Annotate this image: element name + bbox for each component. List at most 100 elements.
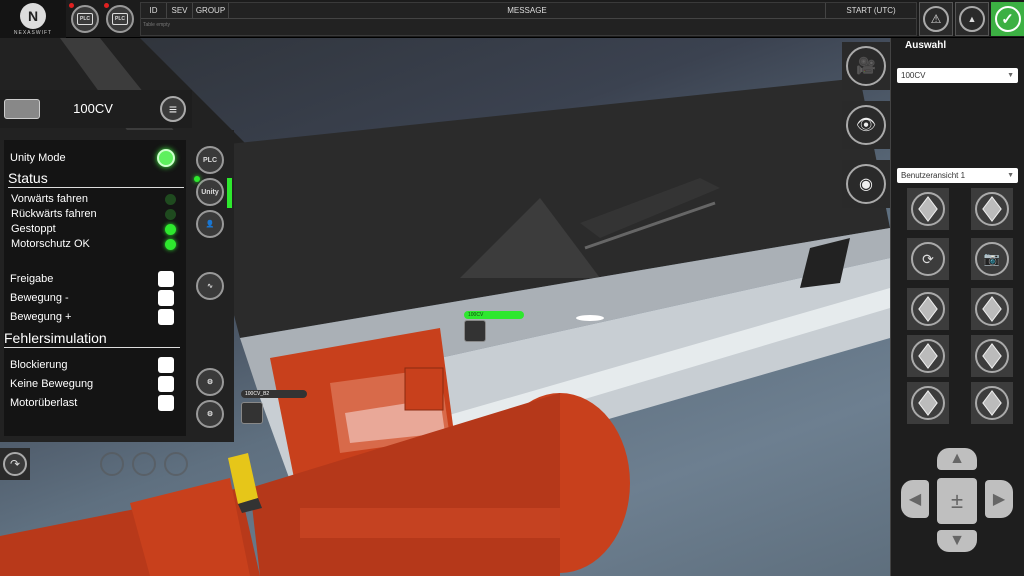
conveyor-tag[interactable]: 100CV <box>464 311 524 319</box>
table-empty-text: Table empty <box>143 22 170 28</box>
plc-icon: PLC <box>77 13 93 25</box>
fault-no-motion-checkbox[interactable] <box>158 376 174 392</box>
status-backward-label: Rückwärts fahren <box>11 208 97 220</box>
view-button[interactable]: 👁 <box>842 101 890 149</box>
cube-icon-3 <box>918 296 938 322</box>
archive-button[interactable]: ▲ <box>955 2 989 36</box>
sensor-tag-icon[interactable] <box>241 402 263 424</box>
logo-mark-icon: N <box>20 2 46 29</box>
confirm-button[interactable]: ✓ <box>991 2 1024 36</box>
rotate-camera-button[interactable]: ⟳ <box>907 238 949 280</box>
cube-icon-8 <box>982 390 1002 416</box>
view-iso-button[interactable] <box>971 288 1013 330</box>
unity-mode-button[interactable]: Unity <box>196 178 224 206</box>
view-select-value: Benutzeransicht 1 <box>901 171 966 180</box>
acknowledge-button[interactable]: ⚠ <box>919 2 953 36</box>
status-heading: Status <box>8 170 184 188</box>
view-rear-button[interactable] <box>971 382 1013 424</box>
release-checkbox[interactable] <box>158 271 174 287</box>
nav-down-button[interactable]: ▼ <box>937 530 977 552</box>
menu-button[interactable]: ≡ <box>160 96 186 122</box>
plc-icon-2: PLC <box>112 13 128 25</box>
object-select[interactable]: 100CV ▼ <box>897 68 1018 83</box>
selection-panel: Auswahl 100CV ▼ Benutzeransicht 1 ▼ ⟳ 📷 … <box>890 38 1024 576</box>
fault-overload-label: Motorüberlast <box>10 397 78 409</box>
chevron-down-icon-2: ▼ <box>1007 172 1014 179</box>
status-backward-led <box>165 209 176 220</box>
plc-mode-led <box>194 176 200 182</box>
up-arrow-icon: ▲ <box>949 450 965 467</box>
snapshot-button[interactable]: 📷 <box>971 238 1013 280</box>
warning-list-icon: ⚠ <box>923 6 949 32</box>
alarm-indicator-2 <box>104 3 109 8</box>
cube-icon-2 <box>982 196 1002 222</box>
zoom-button[interactable]: ± <box>937 478 977 524</box>
rotate-camera-icon: ⟳ <box>922 250 934 267</box>
fault-overload-checkbox[interactable] <box>158 395 174 411</box>
active-mode-indicator <box>227 178 232 208</box>
camera-icon: 📷 <box>983 251 1001 266</box>
disabled-button-3 <box>164 452 188 476</box>
eye-icon: 👁 <box>846 105 886 145</box>
move-minus-label: Bewegung - <box>10 292 69 304</box>
conveyor-device-icon <box>4 99 40 119</box>
view-left-button[interactable] <box>907 335 949 377</box>
view-select[interactable]: Benutzeransicht 1 ▼ <box>897 168 1018 183</box>
alarm-table[interactable]: ID SEV GROUP MESSAGE START (UTC) Table e… <box>140 2 917 36</box>
move-plus-checkbox[interactable] <box>158 309 174 325</box>
status-stopped-label: Gestoppt <box>11 223 56 235</box>
view-front-button[interactable] <box>907 188 949 230</box>
object-select-value: 100CV <box>901 71 926 80</box>
view-bottom-button[interactable] <box>907 382 949 424</box>
view-right-button[interactable] <box>971 335 1013 377</box>
status-stopped-led <box>165 224 176 235</box>
disabled-button-2 <box>132 452 156 476</box>
sensor-tag[interactable]: 100CV_B2 <box>241 390 307 398</box>
col-message[interactable]: MESSAGE <box>229 3 826 19</box>
view-top-button[interactable] <box>907 288 949 330</box>
cube-icon <box>918 196 938 222</box>
conveyor-tag-icon[interactable] <box>464 320 486 342</box>
down-arrow-icon: ▼ <box>949 532 965 549</box>
gear-icon-2: ⚙ <box>206 411 214 418</box>
right-arrow-icon: ▶ <box>992 491 1006 508</box>
visibility-settings-button[interactable]: ◉ <box>842 160 890 208</box>
fault-sim-heading: Fehlersimulation <box>4 330 180 348</box>
cube-icon-7 <box>918 390 938 416</box>
col-group[interactable]: GROUP <box>193 3 229 19</box>
nav-right-button[interactable]: ▶ <box>985 480 1013 518</box>
plc-connection-button-1[interactable]: PLC <box>71 5 99 33</box>
left-arrow-icon: ◀ <box>908 491 922 508</box>
hamburger-icon: ≡ <box>168 101 178 117</box>
move-minus-checkbox[interactable] <box>158 290 174 306</box>
unity-mode-label: Unity Mode <box>10 152 66 164</box>
col-start[interactable]: START (UTC) <box>826 3 916 19</box>
trend-button[interactable]: ∿ <box>196 272 224 300</box>
chevron-down-icon: ▼ <box>1007 72 1014 79</box>
nav-up-button[interactable]: ▲ <box>937 448 977 470</box>
plc-connection-button-2[interactable]: PLC <box>106 5 134 33</box>
nav-left-button[interactable]: ◀ <box>901 480 929 518</box>
logo-text: NEXASWIFT <box>13 29 53 36</box>
col-sev[interactable]: SEV <box>167 3 193 19</box>
plus-minus-icon: ± <box>950 488 964 513</box>
status-motor-ok-label: Motorschutz OK <box>11 238 90 250</box>
status-motor-ok-led <box>165 239 176 250</box>
selection-title: Auswahl <box>905 40 947 51</box>
col-id[interactable]: ID <box>141 3 167 19</box>
operator-button[interactable]: 👤 <box>196 210 224 238</box>
settings-button-2[interactable]: ⚙ <box>196 400 224 428</box>
camera-button[interactable]: 🎥 <box>842 42 890 90</box>
redo-button[interactable]: ↷ <box>0 448 30 480</box>
app-logo: N NEXASWIFT <box>0 0 66 38</box>
status-forward-label: Vorwärts fahren <box>11 193 89 205</box>
view-back-button[interactable] <box>971 188 1013 230</box>
release-label: Freigabe <box>10 273 54 285</box>
fault-block-checkbox[interactable] <box>158 357 174 373</box>
device-card: Unity Mode Status Vorwärts fahren Rückwä… <box>4 140 186 436</box>
settings-button-1[interactable]: ⚙ <box>196 368 224 396</box>
unity-mode-indicator[interactable] <box>157 149 175 167</box>
plc-mode-button[interactable]: PLC <box>196 146 224 174</box>
gear-icon: ⚙ <box>206 379 214 386</box>
disabled-button-1 <box>100 452 124 476</box>
